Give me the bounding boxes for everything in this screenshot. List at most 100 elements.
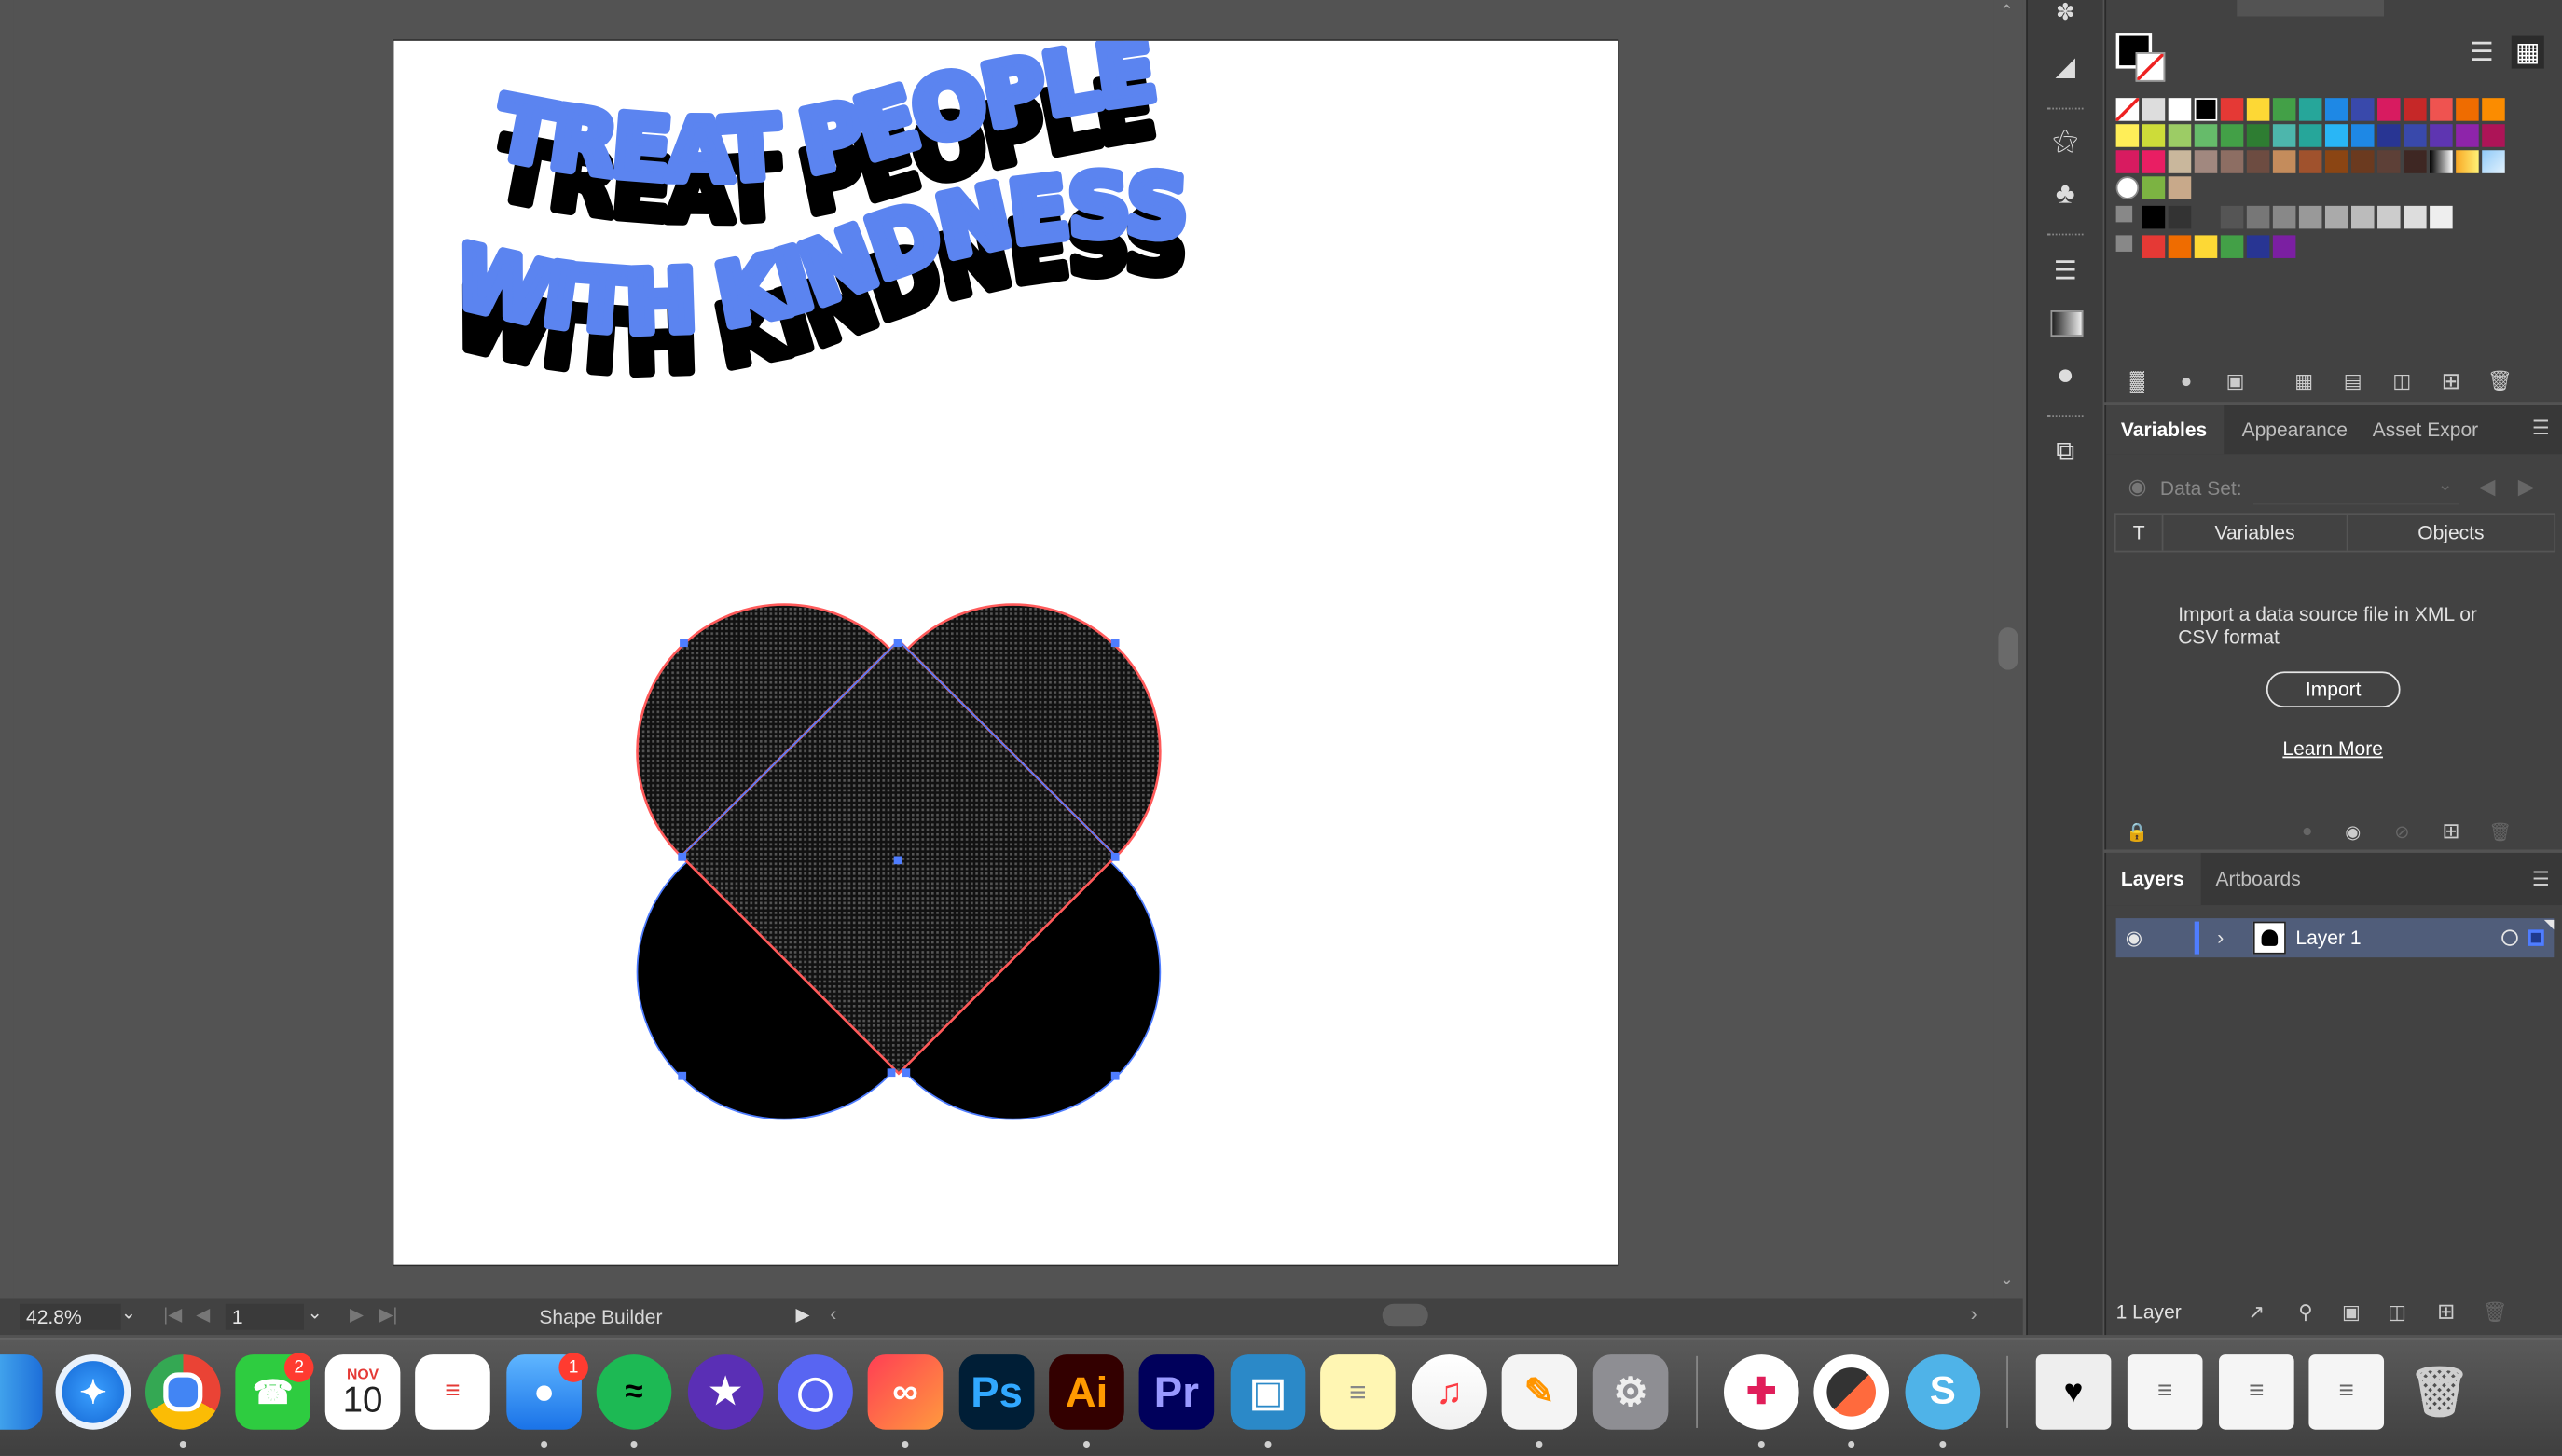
swatch-kind-icon[interactable]: ● — [2171, 366, 2201, 396]
variables-column-header[interactable]: Variables — [2163, 515, 2348, 551]
zoom-field[interactable]: 42.8% — [20, 1303, 121, 1330]
export-icon[interactable]: ↗ — [2243, 1298, 2269, 1325]
imovie-icon[interactable]: ★ — [687, 1354, 764, 1430]
headline-artwork[interactable]: TREAT PEOPLE WITH KINDNESS TREAT PEOPLE … — [393, 41, 1618, 401]
vertical-scrollbar[interactable]: ⌃ ⌄ — [1993, 0, 2023, 1299]
system-preferences-icon[interactable]: ⚙ — [1592, 1354, 1669, 1430]
trash-icon[interactable]: 🗑 — [2402, 1354, 2477, 1430]
document-stack-icon[interactable]: ≡ — [2127, 1354, 2203, 1430]
premiere-icon[interactable]: Pr — [1138, 1354, 1215, 1430]
make-visibility-dynamic-icon[interactable]: ● — [2295, 820, 2319, 844]
artboard[interactable]: TREAT PEOPLE WITH KINDNESS TREAT PEOPLE … — [392, 39, 1619, 1267]
layer-row[interactable]: ◉ › Layer 1 — [2115, 918, 2555, 958]
objects-column-header[interactable]: Objects — [2348, 515, 2554, 551]
pages-icon[interactable]: ✎ — [1501, 1354, 1577, 1430]
target-circle-icon[interactable] — [2501, 929, 2518, 946]
clipping-mask-icon[interactable]: ▣ — [2338, 1298, 2364, 1325]
spotify-icon[interactable]: ≈ — [596, 1354, 672, 1430]
tab-layers[interactable]: Layers — [2106, 852, 2201, 906]
new-layer-icon[interactable]: ⊞ — [2433, 1298, 2459, 1325]
delete-variable-icon[interactable]: 🗑 — [2488, 820, 2512, 844]
document-stack-icon-2[interactable]: ≡ — [2219, 1354, 2294, 1430]
panel-menu-icon[interactable]: ☰ — [2528, 415, 2554, 441]
reminders-icon[interactable]: ≡ — [415, 1354, 490, 1430]
layers-menu-icon[interactable]: ☰ — [2528, 866, 2554, 892]
photoshop-icon[interactable]: Ps — [958, 1354, 1035, 1430]
swatches-tab[interactable] — [2237, 0, 2385, 17]
swatch-list-icon[interactable]: ▤ — [2338, 366, 2368, 396]
selection-square-icon[interactable] — [2528, 929, 2544, 946]
transparency-icon[interactable]: ● — [2047, 356, 2084, 392]
first-artboard-icon[interactable]: |◀ — [163, 1304, 182, 1325]
lock-icon[interactable]: 🔒 — [2126, 820, 2149, 844]
locate-object-icon[interactable]: ⚲ — [2293, 1298, 2319, 1325]
stroke-swatch[interactable] — [2135, 52, 2166, 82]
hscroll-thumb[interactable] — [1382, 1303, 1428, 1327]
tab-artboards[interactable]: Artboards — [2216, 868, 2301, 891]
artboard-number-field[interactable]: 1 — [225, 1303, 304, 1330]
zoom-dropdown-icon[interactable]: ⌄ — [121, 1302, 136, 1324]
unbind-icon[interactable]: ⊘ — [2390, 820, 2414, 844]
brushes-icon[interactable]: ⚝ — [2047, 124, 2084, 160]
prev-dataset-icon[interactable]: ◀ — [2479, 474, 2496, 500]
discord-icon[interactable]: ◯ — [778, 1354, 853, 1430]
hearts-document-icon[interactable]: ♥ — [2035, 1354, 2112, 1430]
illustrator-icon[interactable]: Ai — [1049, 1354, 1124, 1430]
swatch-libraries-icon[interactable]: ▓ — [2123, 366, 2153, 396]
next-dataset-icon[interactable]: ▶ — [2518, 474, 2535, 500]
artboard-dropdown-icon[interactable]: ⌄ — [307, 1302, 322, 1324]
expand-chevron-icon[interactable]: › — [2208, 923, 2234, 953]
tab-appearance[interactable]: Appearance — [2242, 419, 2348, 442]
document-stack-icon-3[interactable]: ≡ — [2308, 1354, 2385, 1430]
music-icon[interactable]: ♫ — [1412, 1354, 1487, 1430]
visibility-eye-icon[interactable]: ◉ — [2119, 923, 2149, 953]
learn-more-link[interactable]: Learn More — [2282, 737, 2383, 761]
delete-swatch-icon[interactable]: 🗑 — [2486, 366, 2515, 396]
last-artboard-icon[interactable]: ▶| — [379, 1304, 398, 1325]
finder-icon[interactable] — [0, 1354, 43, 1430]
chrome-icon[interactable] — [145, 1354, 221, 1430]
eye-icon[interactable]: ◉ — [2341, 820, 2364, 844]
layer-name[interactable]: Layer 1 — [2295, 927, 2361, 950]
new-swatch-icon[interactable]: ⊞ — [2436, 366, 2466, 396]
import-button[interactable]: Import — [2266, 671, 2401, 707]
scroll-down-icon[interactable]: ⌄ — [2000, 1271, 2014, 1289]
list-view-icon[interactable]: ☰ — [2466, 36, 2499, 69]
status-menu-icon[interactable]: ▶ — [796, 1304, 810, 1325]
capture-dataset-icon[interactable]: ◉ — [2123, 474, 2153, 500]
swatch-grid[interactable] — [2114, 96, 2509, 278]
scroll-up-icon[interactable]: ⌃ — [2000, 4, 2014, 21]
stroke-icon[interactable]: ☰ — [2047, 254, 2084, 290]
folder-icon[interactable]: ◫ — [2388, 366, 2417, 396]
new-sublayer-icon[interactable]: ◫ — [2384, 1298, 2410, 1325]
slack-icon[interactable]: ✚ — [1723, 1354, 1799, 1430]
prev-artboard-icon[interactable]: ◀ — [196, 1304, 210, 1325]
calendar-icon[interactable]: NOV 10 — [324, 1354, 401, 1430]
tab-asset-export[interactable]: Asset Expor — [2373, 419, 2478, 442]
new-variable-icon[interactable]: ⊞ — [2440, 818, 2463, 843]
tab-variables[interactable]: Variables — [2106, 405, 2225, 455]
safari-icon[interactable]: ✦ — [55, 1354, 131, 1430]
fill-stroke-indicator[interactable] — [2115, 33, 2172, 89]
hscroll-left-icon[interactable]: ‹ — [830, 1302, 836, 1326]
swatch-options-icon[interactable]: ▣ — [2221, 366, 2251, 396]
grid-view-icon[interactable]: ▦ — [2511, 35, 2544, 69]
mirror-app-icon[interactable] — [1813, 1354, 1890, 1430]
sketchbook-icon[interactable]: S — [1905, 1354, 1981, 1430]
type-column-header[interactable]: T — [2116, 515, 2164, 551]
creative-cloud-icon[interactable]: ∞ — [867, 1354, 944, 1430]
screen-share-icon[interactable]: ▣ — [1230, 1354, 1306, 1430]
delete-layer-icon[interactable]: 🗑 — [2482, 1298, 2508, 1325]
data-set-dropdown[interactable]: ⌄ — [2252, 470, 2459, 505]
next-artboard-icon[interactable]: ▶ — [350, 1304, 364, 1325]
hscroll-right-icon[interactable]: › — [1971, 1302, 1977, 1326]
scroll-thumb[interactable] — [1998, 627, 2018, 670]
color-palette-icon[interactable]: ✽ — [2047, 0, 2084, 23]
gradient-icon[interactable] — [2050, 310, 2084, 337]
heart-shapes[interactable] — [623, 588, 1178, 1144]
color-guide-icon[interactable]: ◢ — [2047, 49, 2084, 86]
notes-icon[interactable]: ≡ — [1320, 1354, 1396, 1430]
symbols-icon[interactable]: ♣ — [2047, 175, 2084, 212]
new-color-group-icon[interactable]: ▦ — [2289, 366, 2319, 396]
asset-export-icon[interactable]: ⧉ — [2047, 434, 2084, 471]
